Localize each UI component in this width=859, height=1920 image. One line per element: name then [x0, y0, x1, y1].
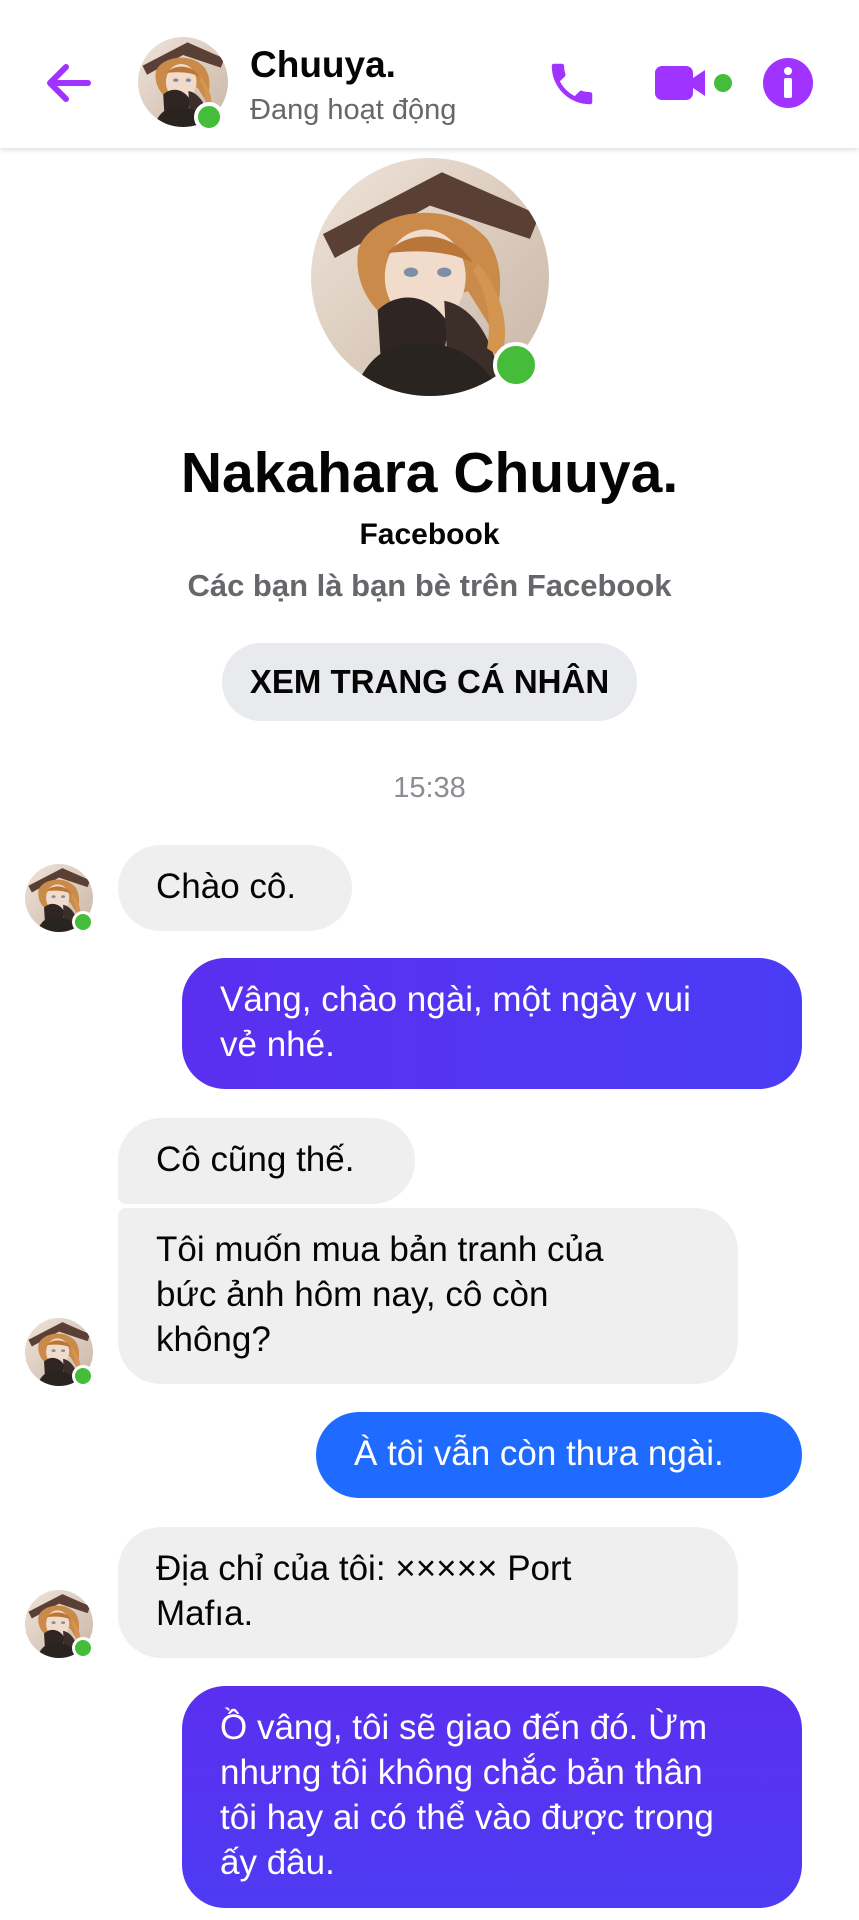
online-indicator [194, 102, 224, 132]
message-bubble-outgoing[interactable]: Ồ vâng, tôi sẽ giao đến đó. Ừm nhưng tôi… [182, 1686, 802, 1908]
message-bubble-incoming[interactable]: Địa chỉ của tôi: ××××× Port Mafıa. [118, 1527, 738, 1658]
message-bubble-incoming[interactable]: Tôi muốn mua bản tranh của bức ảnh hôm n… [118, 1208, 738, 1384]
info-button[interactable] [762, 57, 814, 109]
contact-name[interactable]: Chuuya. [250, 44, 396, 86]
active-status: Đang hoạt động [250, 94, 457, 126]
view-profile-button[interactable]: XEM TRANG CÁ NHÂN [222, 643, 637, 721]
message-timestamp: 15:38 [393, 772, 466, 804]
online-indicator [72, 911, 94, 933]
profile-online-indicator [493, 342, 539, 388]
profile-name: Nakahara Chuuya. [180, 441, 679, 505]
voice-call-button[interactable] [545, 57, 599, 111]
online-indicator [72, 1365, 94, 1387]
message-bubble-incoming[interactable]: Cô cũng thế. [118, 1118, 415, 1204]
profile-platform: Facebook [359, 518, 500, 551]
video-camera-icon [655, 66, 732, 100]
online-indicator [72, 1637, 94, 1659]
phone-icon [551, 63, 593, 105]
back-button[interactable] [40, 52, 102, 114]
info-icon [763, 58, 813, 108]
friends-note: Các bạn là bạn bè trên Facebook [187, 568, 672, 603]
message-bubble-incoming[interactable]: Chào cô. [118, 845, 352, 931]
arrow-left-icon [47, 64, 91, 102]
video-call-button[interactable] [653, 60, 733, 106]
message-bubble-outgoing[interactable]: Vâng, chào ngài, một ngày vui vẻ nhé. [182, 958, 802, 1089]
chat-header: Chuuya. Đang hoạt động [0, 0, 859, 148]
message-bubble-outgoing[interactable]: À tôi vẫn còn thưa ngài. [316, 1412, 802, 1498]
